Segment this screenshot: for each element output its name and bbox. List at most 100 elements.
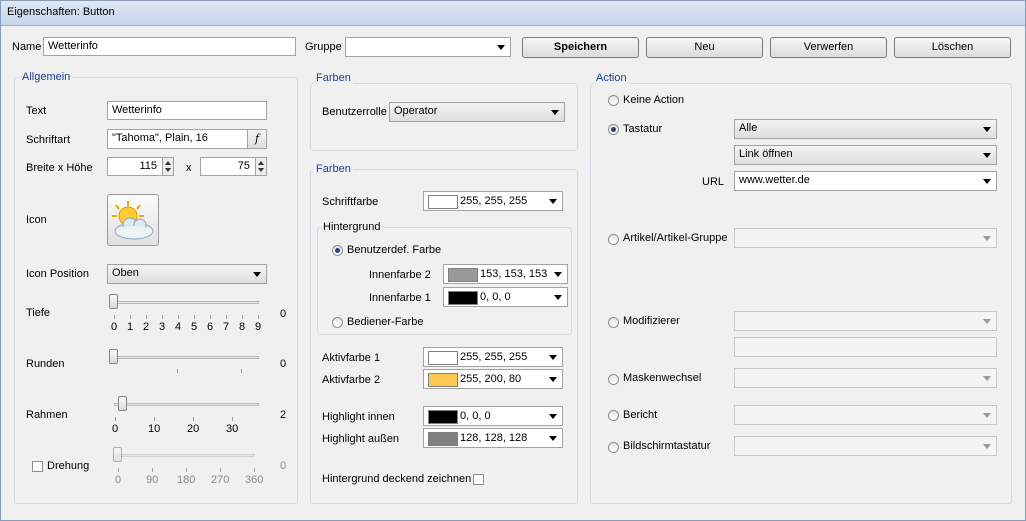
drehung-label: Drehung	[47, 460, 90, 472]
mask-change-combo[interactable]	[734, 368, 997, 388]
font-chooser-button[interactable]: f	[247, 130, 266, 148]
tiefe-tick	[210, 315, 211, 319]
highlight-outer-value: 128, 128, 128	[460, 432, 528, 444]
rahmen-tick	[193, 417, 194, 421]
tiefe-tick-label: 5	[191, 321, 198, 333]
chevron-down-icon	[983, 179, 991, 184]
active1-label: Aktivfarbe 1	[322, 352, 381, 364]
rahmen-tick-label: 20	[187, 423, 200, 435]
article-label: Artikel/Artikel-Gruppe	[623, 232, 728, 244]
action-title: Action	[594, 72, 629, 84]
runden-slider-track[interactable]	[113, 356, 259, 359]
report-radio[interactable]	[608, 410, 619, 421]
title-bar: Eigenschaften: Button	[1, 1, 1025, 26]
operator-color-label: Bediener-Farbe	[347, 316, 424, 328]
inner2-swatch	[448, 268, 478, 282]
rahmen-tick	[154, 417, 155, 421]
icon-chooser-button[interactable]	[107, 194, 159, 246]
drehung-tick	[254, 468, 255, 472]
chevron-down-icon	[549, 436, 557, 441]
font-color-combo[interactable]: 255, 255, 255	[423, 191, 563, 211]
drehung-tick-label: 90	[146, 474, 159, 486]
icon-position-combo[interactable]: Oben	[107, 264, 267, 284]
save-button[interactable]: Speichern	[522, 37, 639, 58]
chevron-down-icon	[983, 413, 991, 418]
tiefe-slider-thumb[interactable]	[109, 294, 118, 309]
drehung-checkbox[interactable]	[32, 461, 43, 472]
text-input[interactable]: Wetterinfo	[107, 101, 267, 120]
height-spinner[interactable]	[255, 158, 266, 175]
modifier-combo[interactable]	[734, 311, 997, 331]
tiefe-slider-track[interactable]	[113, 301, 259, 304]
active1-swatch	[428, 351, 458, 365]
font-value: "Tahoma", Plain, 16	[112, 132, 208, 144]
mask-change-radio[interactable]	[608, 374, 619, 385]
chevron-down-icon	[253, 272, 261, 277]
active1-combo[interactable]: 255, 255, 255	[423, 347, 563, 367]
height-input[interactable]: 75	[200, 157, 267, 176]
chevron-down-icon	[983, 444, 991, 449]
opaque-label: Hintergrund deckend zeichnen	[322, 473, 472, 485]
font-field[interactable]: "Tahoma", Plain, 16 f	[107, 129, 267, 149]
operator-color-radio[interactable]	[332, 317, 343, 328]
width-input[interactable]: 115	[107, 157, 174, 176]
runden-tick	[177, 369, 178, 373]
highlight-inner-combo[interactable]: 0, 0, 0	[423, 406, 563, 426]
tiefe-tick	[226, 315, 227, 319]
new-button[interactable]: Neu	[646, 37, 763, 58]
modifier-input[interactable]	[734, 337, 997, 357]
report-label: Bericht	[623, 409, 658, 421]
drehung-tick-label: 360	[245, 474, 264, 486]
article-combo[interactable]	[734, 228, 997, 248]
runden-slider-thumb[interactable]	[109, 349, 118, 364]
name-input[interactable]: Wetterinfo	[43, 37, 296, 56]
highlight-inner-swatch	[428, 410, 458, 424]
tiefe-tick-label: 1	[127, 321, 134, 333]
tiefe-label: Tiefe	[26, 307, 51, 319]
width-spinner[interactable]	[162, 158, 173, 175]
inner1-value: 0, 0, 0	[480, 291, 511, 303]
role-label: Benutzerrolle	[322, 106, 387, 118]
report-combo[interactable]	[734, 405, 997, 425]
drehung-value: 0	[280, 460, 287, 472]
no-action-radio[interactable]	[608, 95, 619, 106]
chevron-down-icon	[983, 127, 991, 132]
hintergrund-title: Hintergrund	[321, 221, 383, 233]
farben-title: Farben	[314, 163, 353, 175]
rahmen-slider-track[interactable]	[114, 403, 259, 406]
rahmen-slider-thumb[interactable]	[118, 396, 127, 411]
screen-keyboard-combo[interactable]	[734, 436, 997, 456]
tiefe-value: 0	[280, 308, 287, 320]
inner1-combo[interactable]: 0, 0, 0	[443, 287, 568, 307]
active2-combo[interactable]: 255, 200, 80	[423, 369, 563, 389]
rahmen-tick	[232, 417, 233, 421]
modifier-radio[interactable]	[608, 317, 619, 328]
chevron-down-icon	[554, 295, 562, 300]
active1-value: 255, 255, 255	[460, 351, 528, 363]
inner2-value: 153, 153, 153	[480, 268, 548, 280]
tiefe-tick-label: 4	[175, 321, 182, 333]
rahmen-tick-label: 30	[226, 423, 239, 435]
allgemein-title: Allgemein	[20, 71, 73, 83]
url-combo[interactable]: www.wetter.de	[734, 171, 997, 191]
discard-button[interactable]: Verwerfen	[770, 37, 887, 58]
opaque-checkbox[interactable]	[473, 474, 484, 485]
highlight-outer-combo[interactable]: 128, 128, 128	[423, 428, 563, 448]
chevron-down-icon	[554, 272, 562, 277]
custom-color-radio[interactable]	[332, 245, 343, 256]
screen-keyboard-radio[interactable]	[608, 442, 619, 453]
keyboard-radio[interactable]	[608, 124, 619, 135]
article-radio[interactable]	[608, 234, 619, 245]
keyboard-combo-1[interactable]: Alle	[734, 119, 997, 139]
modifier-label: Modifizierer	[623, 315, 680, 327]
delete-button[interactable]: Löschen	[894, 37, 1011, 58]
inner2-combo[interactable]: 153, 153, 153	[443, 264, 568, 284]
gruppe-combo[interactable]	[345, 37, 511, 57]
no-action-label: Keine Action	[623, 94, 685, 106]
keyboard-combo-2[interactable]: Link öffnen	[734, 145, 997, 165]
chevron-down-icon	[983, 319, 991, 324]
drehung-tick	[220, 468, 221, 472]
role-combo[interactable]: Operator	[389, 102, 565, 122]
font-color-label: Schriftfarbe	[322, 196, 379, 208]
drehung-tick-label: 180	[177, 474, 196, 486]
